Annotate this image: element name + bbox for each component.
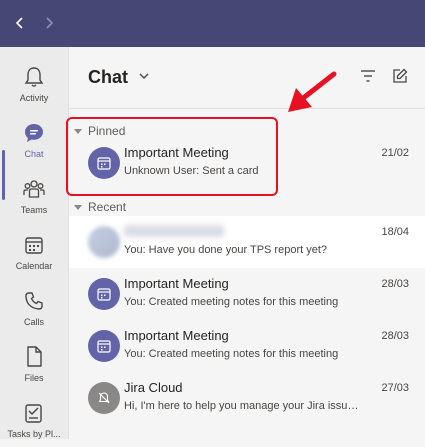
filter-button[interactable] xyxy=(360,68,376,84)
meeting-avatar xyxy=(88,278,120,310)
bell-off-icon xyxy=(98,392,110,404)
page-title: Chat xyxy=(88,67,128,87)
section-label: Recent xyxy=(88,200,127,214)
rail-item-label: Chat xyxy=(24,149,44,159)
chat-panel: Chat Pinned Important Meeting Unknown Us… xyxy=(69,47,425,439)
chat-list-item[interactable]: Important Meeting You: Created meeting n… xyxy=(69,320,425,372)
avatar xyxy=(88,226,120,258)
chat-list-item[interactable]: Important Meeting You: Created meeting n… xyxy=(69,268,425,320)
rail-item-label: Files xyxy=(24,373,44,383)
bot-avatar xyxy=(88,382,120,414)
calendar-icon xyxy=(23,234,45,256)
chevron-right-icon xyxy=(46,17,54,29)
tasks-icon xyxy=(23,402,45,424)
chat-date: 27/03 xyxy=(381,382,409,394)
phone-icon xyxy=(23,290,45,312)
rail-item-teams[interactable]: Teams xyxy=(0,167,68,223)
chat-date: 28/03 xyxy=(381,330,409,342)
meeting-avatar xyxy=(88,330,120,362)
rail-item-files[interactable]: Files xyxy=(0,335,68,391)
highlight-box xyxy=(66,117,278,196)
chat-preview: You: Created meeting notes for this meet… xyxy=(124,348,339,360)
calendar-icon xyxy=(97,340,111,353)
chat-name: Jira Cloud xyxy=(124,380,183,395)
chat-preview: You: Created meeting notes for this meet… xyxy=(124,296,339,308)
chevron-left-icon xyxy=(15,17,23,29)
chat-name-redacted xyxy=(124,225,224,237)
annotation-arrow xyxy=(288,71,337,112)
rail-item-label: Tasks by Pl... xyxy=(7,429,61,439)
bell-icon xyxy=(23,66,45,88)
chat-date: 18/04 xyxy=(381,226,409,238)
forward-button[interactable] xyxy=(38,12,60,34)
rail-item-activity[interactable]: Activity xyxy=(0,55,68,111)
filter-icon xyxy=(361,70,375,82)
chevron-down-icon[interactable] xyxy=(137,69,151,83)
new-chat-icon xyxy=(393,68,408,83)
new-chat-button[interactable] xyxy=(392,68,408,84)
file-icon xyxy=(23,346,45,368)
chat-name: Important Meeting xyxy=(124,276,229,291)
rail-item-calls[interactable]: Calls xyxy=(0,279,68,335)
chat-date: 28/03 xyxy=(381,278,409,290)
recent-section-header[interactable]: Recent xyxy=(74,199,126,215)
calendar-icon xyxy=(97,288,111,301)
chat-name: Important Meeting xyxy=(124,328,229,343)
title-bar xyxy=(0,0,425,47)
collapse-triangle-icon xyxy=(74,204,82,210)
chat-list-item[interactable]: You: Have you done your TPS report yet? … xyxy=(69,216,425,268)
app-rail: Activity Chat Teams Calendar Calls Files xyxy=(0,47,69,439)
rail-item-label: Teams xyxy=(20,205,48,215)
rail-item-label: Calendar xyxy=(15,261,53,271)
rail-item-label: Activity xyxy=(19,93,49,103)
chat-preview: You: Have you done your TPS report yet? xyxy=(124,244,328,256)
chat-date: 21/02 xyxy=(381,147,409,159)
teams-icon xyxy=(23,178,45,200)
chat-header: Chat xyxy=(69,47,425,109)
rail-item-calendar[interactable]: Calendar xyxy=(0,223,68,279)
chat-icon xyxy=(23,122,45,144)
rail-item-chat[interactable]: Chat xyxy=(0,111,68,167)
chat-list-item[interactable]: Jira Cloud Hi, I'm here to help you mana… xyxy=(69,372,425,424)
back-button[interactable] xyxy=(9,12,31,34)
chat-preview: Hi, I'm here to help you manage your Jir… xyxy=(124,400,364,412)
rail-item-label: Calls xyxy=(23,317,44,327)
